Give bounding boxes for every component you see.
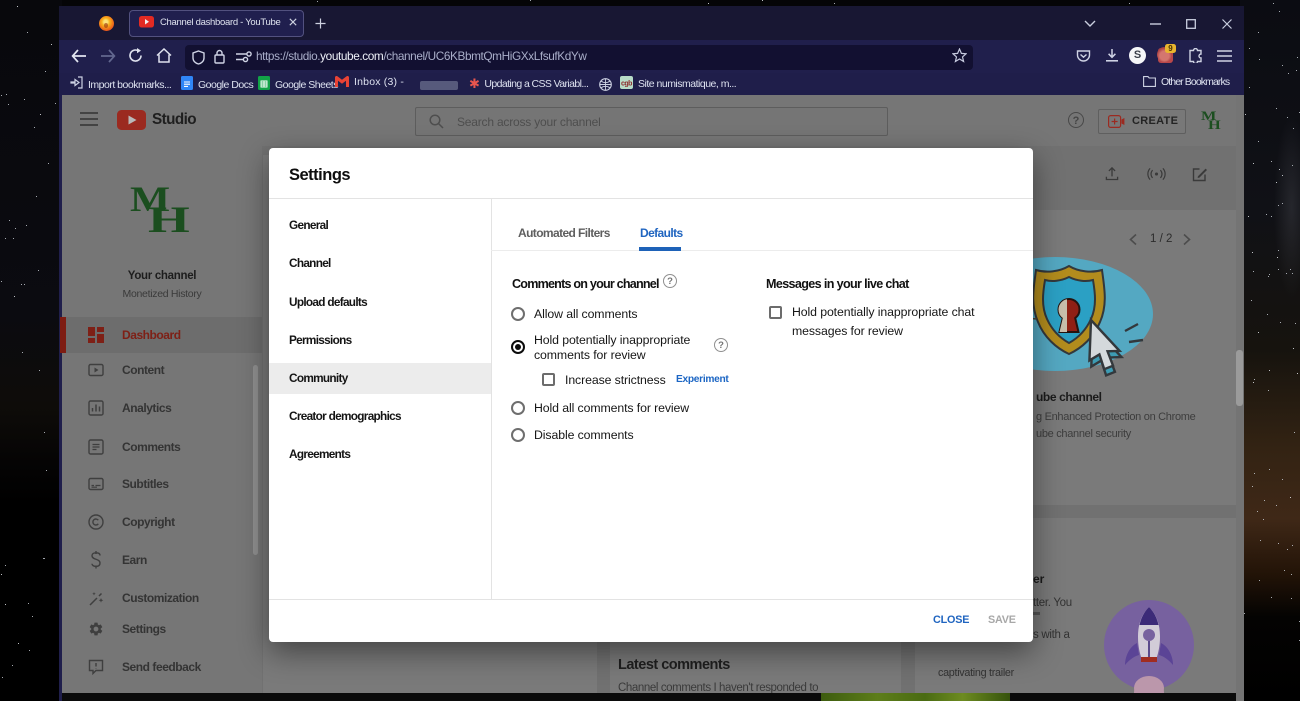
svg-text:cgb: cgb [621,81,632,88]
